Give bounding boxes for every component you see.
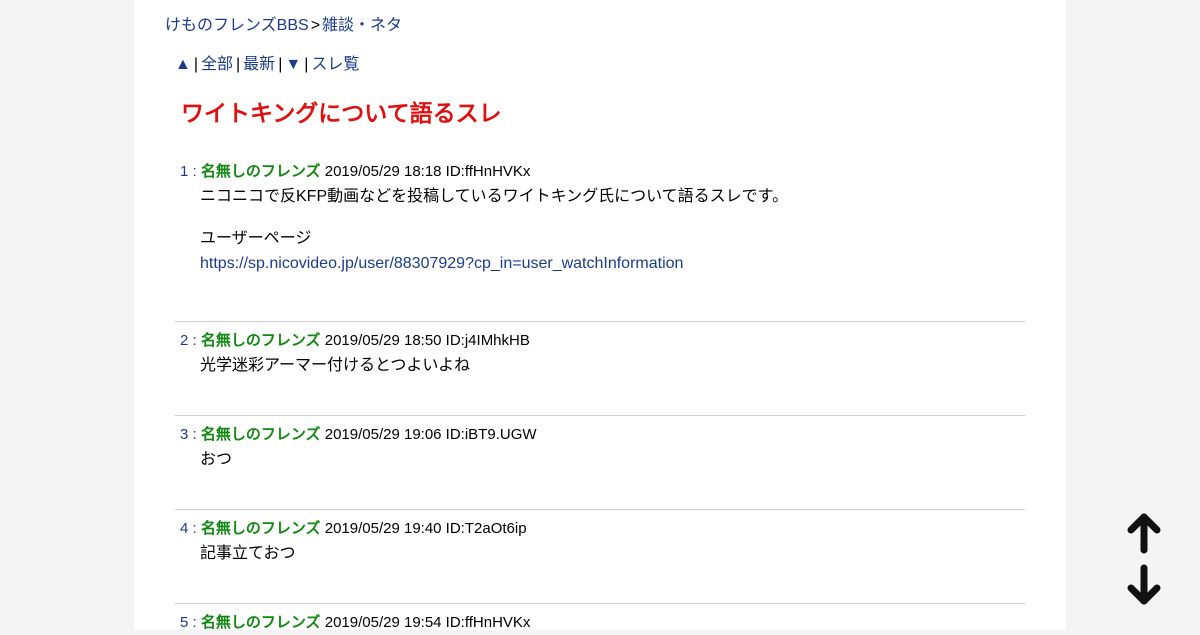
post-1: 1 : 名無しのフレンズ 2019/05/29 18:18 ID:ffHnHVK… <box>175 160 1025 276</box>
scroll-to-bottom-button[interactable] <box>1124 563 1164 607</box>
post-author-name: 名無しのフレンズ <box>200 332 321 349</box>
nav-all-link[interactable]: 全部 <box>201 56 233 73</box>
post-header: 4 : 名無しのフレンズ 2019/05/29 19:40 ID:T2aOt6i… <box>175 517 1025 541</box>
post-5: 5 : 名無しのフレンズ 2019/05/29 19:54 ID:ffHnHVK… <box>175 611 1025 635</box>
post-header: 2 : 名無しのフレンズ 2019/05/29 18:50 ID:j4IMhkH… <box>175 329 1025 353</box>
post-body: 記事立ておつ <box>175 541 1025 566</box>
breadcrumb: けものフレンズBBS > 雑談・ネタ <box>165 16 402 36</box>
arrow-up-icon <box>1127 513 1161 554</box>
post-body: おつ <box>175 447 1025 472</box>
nav-down-arrow-link[interactable]: ▼ <box>285 56 301 73</box>
post-text: ユーザーページ <box>200 230 312 247</box>
post-author-name: 名無しのフレンズ <box>200 163 321 180</box>
post-text: ニコニコで反KFP動画などを投稿しているワイトキング氏について語るスレです。 <box>200 188 789 205</box>
post-author-name: 名無しのフレンズ <box>200 520 321 537</box>
post-number[interactable]: 3 : <box>180 426 197 443</box>
post-text: 光学迷彩アーマー付けるとつよいよね <box>200 357 471 374</box>
nav-separator: | <box>278 56 283 73</box>
nav-separator: | <box>236 56 241 73</box>
post-meta: 2019/05/29 19:54 ID:ffHnHVKx <box>324 614 531 631</box>
post-header: 5 : 名無しのフレンズ 2019/05/29 19:54 ID:ffHnHVK… <box>175 611 1025 635</box>
breadcrumb-category-link[interactable]: 雑談・ネタ <box>322 17 402 34</box>
post-meta: 2019/05/29 19:40 ID:T2aOt6ip <box>324 520 527 537</box>
content-panel: けものフレンズBBS > 雑談・ネタ ▲ | 全部 | 最新 | ▼ | スレ覧 ワイトキングについ… <box>134 0 1066 631</box>
post-user-page-link[interactable]: https://sp.nicovideo.jp/user/88307929?cp… <box>200 251 1025 276</box>
post-meta: 2019/05/29 18:50 ID:j4IMhkHB <box>324 332 530 349</box>
post-text: おつ <box>200 451 233 468</box>
breadcrumb-separator: > <box>310 17 321 34</box>
post-2: 2 : 名無しのフレンズ 2019/05/29 18:50 ID:j4IMhkH… <box>175 329 1025 378</box>
post-meta: 2019/05/29 19:06 ID:iBT9.UGW <box>324 426 537 443</box>
post-divider <box>175 415 1025 416</box>
post-divider <box>175 321 1025 322</box>
post-header: 1 : 名無しのフレンズ 2019/05/29 18:18 ID:ffHnHVK… <box>175 160 1025 184</box>
post-4: 4 : 名無しのフレンズ 2019/05/29 19:40 ID:T2aOt6i… <box>175 517 1025 566</box>
post-number[interactable]: 1 : <box>180 163 197 180</box>
nav-latest-link[interactable]: 最新 <box>243 56 275 73</box>
thread-nav: ▲ | 全部 | 最新 | ▼ | スレ覧 <box>175 55 359 75</box>
post-number[interactable]: 5 : <box>180 614 197 631</box>
thread-title: ワイトキングについて語るスレ <box>181 100 502 126</box>
arrow-down-icon <box>1127 564 1161 605</box>
nav-separator: | <box>193 56 198 73</box>
nav-separator: | <box>304 56 309 73</box>
post-meta: 2019/05/29 18:18 ID:ffHnHVKx <box>324 163 531 180</box>
scroll-to-top-button[interactable] <box>1124 512 1164 556</box>
post-divider <box>175 603 1025 604</box>
nav-thread-list-link[interactable]: スレ覧 <box>311 56 359 73</box>
post-number[interactable]: 2 : <box>180 332 197 349</box>
post-text: 記事立ておつ <box>200 545 296 562</box>
post-3: 3 : 名無しのフレンズ 2019/05/29 19:06 ID:iBT9.UG… <box>175 423 1025 472</box>
post-header: 3 : 名無しのフレンズ 2019/05/29 19:06 ID:iBT9.UG… <box>175 423 1025 447</box>
post-divider <box>175 509 1025 510</box>
breadcrumb-board-link[interactable]: けものフレンズBBS <box>165 17 309 34</box>
post-body: 光学迷彩アーマー付けるとつよいよね <box>175 353 1025 378</box>
post-body: ニコニコで反KFP動画などを投稿しているワイトキング氏について語るスレです。 ユ… <box>175 184 1025 276</box>
post-number[interactable]: 4 : <box>180 520 197 537</box>
post-author-name: 名無しのフレンズ <box>200 426 321 443</box>
nav-up-arrow-link[interactable]: ▲ <box>175 56 191 73</box>
post-author-name: 名無しのフレンズ <box>200 614 321 631</box>
